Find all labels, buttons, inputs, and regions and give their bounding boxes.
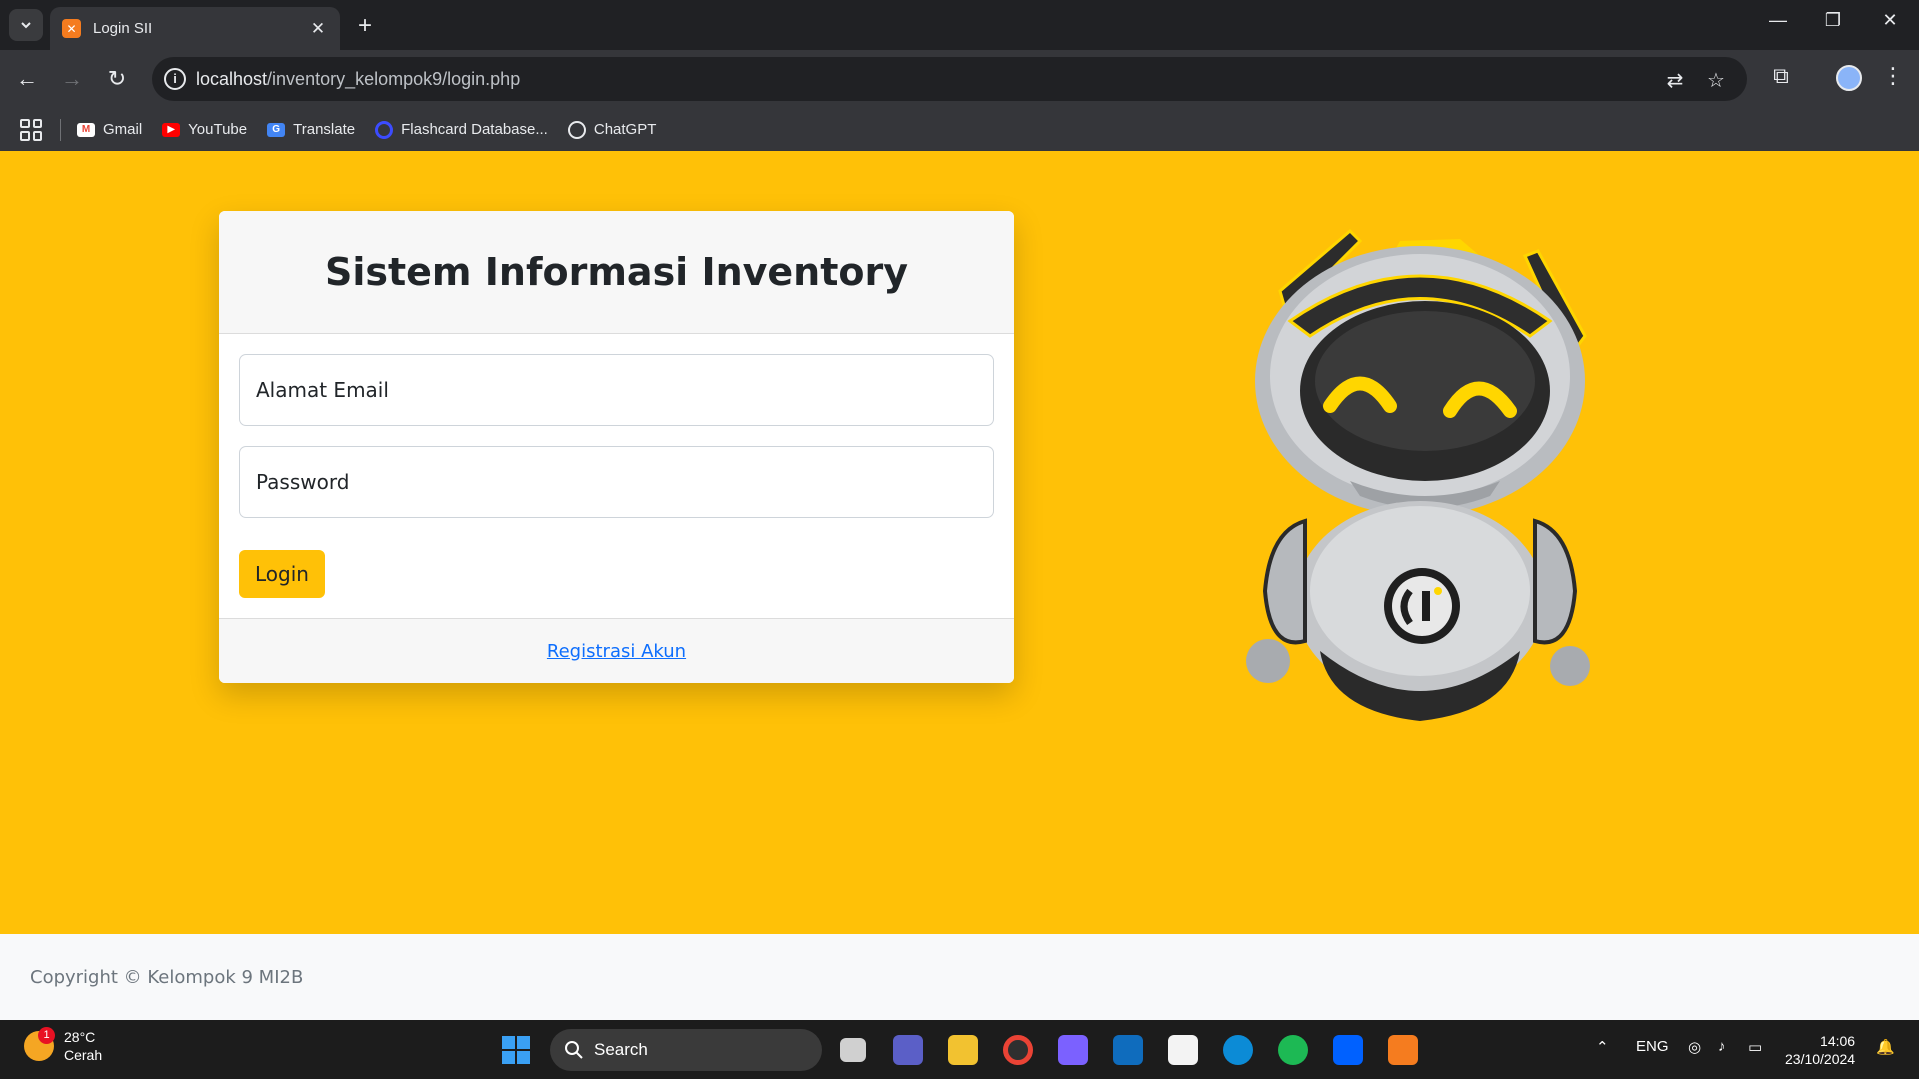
notification-badge: 1 [38, 1027, 55, 1044]
new-tab-button[interactable]: + [352, 12, 378, 40]
apps-grid-icon[interactable] [20, 118, 42, 141]
minimize-icon[interactable]: — [1758, 10, 1798, 31]
task-view-icon[interactable] [840, 1038, 866, 1062]
translate-page-icon[interactable]: ⇄ [1663, 68, 1687, 93]
bookmark-label: Translate [293, 121, 356, 138]
bookmark-label: ChatGPT [593, 121, 657, 138]
xampp-icon[interactable] [1388, 1035, 1418, 1065]
chevron-down-icon [21, 22, 31, 29]
bookmarks-bar: M Gmail ▶ YouTube G Translate Flashcard … [0, 108, 1919, 151]
bookmark-flashcard[interactable]: Flashcard Database... [375, 120, 548, 139]
login-card-footer: Registrasi Akun [219, 618, 1014, 683]
password-field[interactable]: Password [239, 446, 994, 518]
login-button[interactable]: Login [239, 550, 325, 598]
weather-widget[interactable]: 1 28°C Cerah [24, 1027, 103, 1064]
bookmark-gmail[interactable]: M Gmail [77, 121, 142, 138]
back-icon[interactable]: ← [12, 64, 42, 94]
close-window-icon[interactable]: ✕ [1870, 10, 1910, 31]
reload-icon[interactable]: ↻ [102, 64, 132, 94]
bookmark-translate[interactable]: G Translate [267, 121, 355, 138]
notification-bell-icon[interactable]: 🔔 [1876, 1038, 1895, 1056]
volume-icon[interactable]: ♪ [1718, 1038, 1726, 1055]
bookmark-chatgpt[interactable]: ChatGPT [567, 120, 657, 139]
edge-icon[interactable] [1223, 1035, 1253, 1065]
gmail-icon: M [77, 122, 95, 137]
url-path: /inventory_kelompok9/login.php [267, 69, 521, 89]
chevron-up-icon[interactable]: ⌃ [1596, 1038, 1609, 1056]
vscode-icon[interactable] [1113, 1035, 1143, 1065]
translate-icon: G [267, 122, 286, 137]
bookmark-label: Gmail [103, 121, 143, 138]
site-footer: Copyright © Kelompok 9 MI2B [0, 934, 1919, 1020]
teams-icon[interactable] [893, 1035, 923, 1065]
youtube-icon: ▶ [162, 122, 181, 137]
xampp-favicon-icon: ✕ [62, 19, 81, 38]
login-card: Sistem Informasi Inventory Alamat Email … [219, 211, 1014, 683]
chatgpt-icon [567, 120, 586, 139]
dropbox-icon[interactable] [1333, 1035, 1363, 1065]
bookmark-star-icon[interactable]: ☆ [1704, 68, 1728, 93]
url-host: localhost [196, 69, 268, 89]
email-placeholder: Alamat Email [256, 378, 389, 402]
search-label: Search [594, 1040, 648, 1059]
forward-icon[interactable]: → [57, 64, 87, 94]
browser-toolbar: ← → ↻ i localhost/inventory_kelompok9/lo… [0, 50, 1919, 108]
robot-mascot-image [1246, 228, 1590, 721]
windows-taskbar: 1 28°C Cerah Search ⌃ ENG ◎ ♪ ▭ 14:06 23… [0, 1020, 1919, 1079]
chrome-icon[interactable] [1003, 1035, 1033, 1065]
login-card-body: Alamat Email Password Login [219, 334, 1014, 618]
menu-kebab-icon[interactable]: ⋮ [1878, 63, 1908, 89]
tab-title: Login SII [93, 20, 153, 37]
close-tab-icon[interactable]: ✕ [308, 19, 328, 39]
active-tab[interactable]: ✕ Login SII ✕ [50, 7, 340, 50]
bookmark-label: Flashcard Database... [401, 121, 548, 138]
search-icon [565, 1041, 583, 1059]
bookmarks-separator [60, 118, 61, 141]
profile-avatar[interactable] [1836, 65, 1862, 91]
clock-date: 23/10/2024 [1785, 1051, 1856, 1067]
register-link[interactable]: Registrasi Akun [547, 641, 686, 662]
bookmark-youtube[interactable]: ▶ YouTube [162, 121, 247, 138]
flashcard-icon [375, 120, 394, 139]
weather-sun-icon: 1 [24, 1027, 55, 1061]
file-explorer-icon[interactable] [948, 1035, 978, 1065]
password-placeholder: Password [256, 470, 350, 494]
url-text[interactable]: localhost/inventory_kelompok9/login.php [196, 69, 520, 90]
weather-temperature: 28°C [64, 1029, 96, 1045]
windows-start-icon[interactable] [502, 1036, 530, 1064]
site-info-icon[interactable]: i [164, 68, 186, 90]
weather-description: Cerah [64, 1047, 103, 1063]
restore-icon[interactable]: ❐ [1813, 10, 1853, 31]
email-field[interactable]: Alamat Email [239, 354, 994, 426]
browser-tab-strip: ✕ Login SII ✕ + — ❐ ✕ [0, 0, 1919, 50]
address-bar[interactable]: i localhost/inventory_kelompok9/login.ph… [152, 57, 1747, 101]
tab-search-button[interactable] [9, 9, 43, 41]
network-icon[interactable]: ◎ [1688, 1038, 1701, 1056]
language-indicator[interactable]: ENG [1636, 1038, 1669, 1055]
copyright-text: Copyright © Kelompok 9 MI2B [30, 966, 304, 988]
extensions-icon[interactable]: ⧉ [1766, 63, 1796, 89]
page-content: Sistem Informasi Inventory Alamat Email … [0, 151, 1919, 934]
taskbar-search[interactable]: Search [550, 1029, 822, 1071]
battery-icon[interactable]: ▭ [1748, 1038, 1762, 1056]
bookmark-label: YouTube [188, 121, 248, 138]
login-card-header: Sistem Informasi Inventory [219, 211, 1014, 334]
page-title: Sistem Informasi Inventory [324, 250, 909, 294]
microsoft-store-icon[interactable] [1168, 1035, 1198, 1065]
copilot-icon[interactable] [1058, 1035, 1088, 1065]
spotify-icon[interactable] [1278, 1035, 1308, 1065]
clock-time: 14:06 [1820, 1033, 1856, 1049]
system-clock[interactable]: 14:06 23/10/2024 [1785, 1032, 1855, 1068]
